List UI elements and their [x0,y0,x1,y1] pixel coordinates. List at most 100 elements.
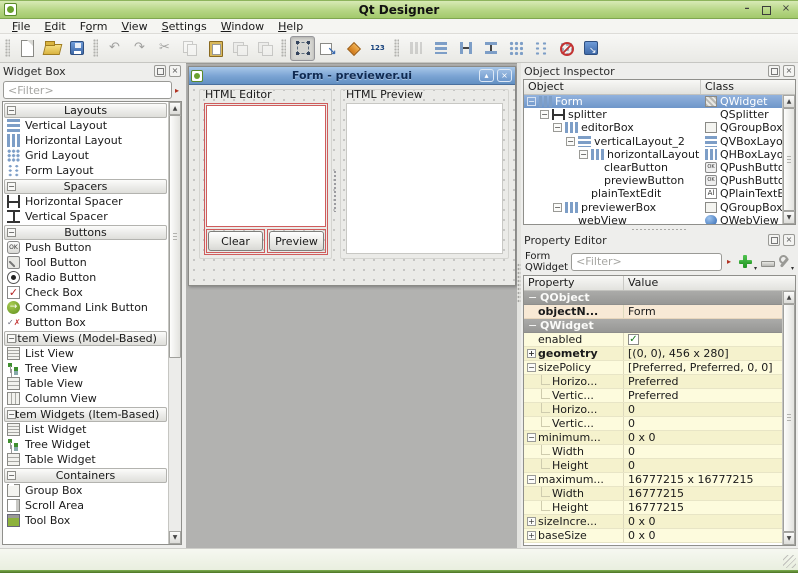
widget-item-list-widget[interactable]: List Widget [3,422,168,437]
scroll-down-icon[interactable]: ▼ [783,211,795,224]
window-titlebar[interactable]: Qt Designer – × [0,0,798,19]
widget-item-scroll-area[interactable]: Scroll Area [3,498,168,513]
layout-in-grid-button[interactable] [503,36,528,61]
widget-item-group-box[interactable]: Group Box [3,483,168,498]
category-header-item-widgets-item-based[interactable]: −Item Widgets (Item-Based) [4,407,167,422]
inspector-row-horizontallayout[interactable]: −horizontalLayoutQHBoxLayout [524,148,782,161]
column-header-value[interactable]: Value [624,276,658,290]
column-header-object[interactable]: Object [524,80,701,94]
widget-item-horizontal-layout[interactable]: Horizontal Layout [3,133,168,148]
collapse-icon[interactable]: − [527,363,536,372]
checkbox-icon[interactable]: ✓ [628,334,639,345]
plain-text-edit[interactable] [206,105,326,227]
layout-horizontally-button[interactable] [403,36,428,61]
layout-vertically-button[interactable] [428,36,453,61]
menu-item-settings[interactable]: Settings [155,19,214,34]
clear-button[interactable]: Clear [208,231,263,251]
category-header-buttons[interactable]: −Buttons [4,225,167,240]
category-header-containers[interactable]: −Containers [4,468,167,483]
property-row-geometry[interactable]: +geometry[(0, 0), 456 x 280] [524,347,782,361]
close-dock-icon[interactable]: × [783,234,795,246]
edit-widgets-button[interactable] [290,36,315,61]
collapse-icon[interactable]: − [528,291,537,304]
widget-item-push-button[interactable]: OKPush Button [3,240,168,255]
property-row-minimum[interactable]: −minimum...0 x 0 [524,431,782,445]
property-row-vertic[interactable]: Vertic...0 [524,417,782,431]
collapse-icon[interactable]: − [579,150,588,159]
property-value-cell[interactable]: [(0, 0), 456 x 280] [624,347,782,360]
layout-horizontally-in-splitter-button[interactable] [453,36,478,61]
collapse-icon[interactable]: − [527,97,536,106]
collapse-icon[interactable]: − [7,228,16,237]
paste-button[interactable] [202,36,227,61]
property-value-cell[interactable]: 16777215 x 16777215 [624,473,782,486]
expand-icon[interactable]: + [527,531,536,540]
menu-item-edit[interactable]: Edit [37,19,72,34]
preview-group-box[interactable]: HTML Preview [340,89,509,259]
edit-tab-order-button[interactable]: 123 [365,36,390,61]
menu-item-form[interactable]: Form [73,19,115,34]
web-view[interactable] [346,103,503,254]
lower-button[interactable] [227,36,252,61]
float-dock-icon[interactable] [154,65,166,77]
property-row-height[interactable]: Height0 [524,459,782,473]
preview-button[interactable]: Preview [269,231,324,251]
property-group-qwidget[interactable]: −QWidget [524,319,782,333]
property-filter-input[interactable] [571,253,722,271]
widget-item-horizontal-spacer[interactable]: Horizontal Spacer [3,194,168,209]
property-row-horizo[interactable]: Horizo...Preferred [524,375,782,389]
property-value-cell[interactable]: 0 [624,459,782,472]
collapse-icon[interactable]: − [527,433,536,442]
inspector-row-plaintextedit[interactable]: plainTextEditAlQPlainTextEdit [524,187,782,200]
widget-item-tree-widget[interactable]: Tree Widget [3,437,168,452]
scroll-up-icon[interactable]: ▲ [783,291,795,304]
widget-item-table-widget[interactable]: Table Widget [3,452,168,467]
minimize-icon[interactable]: – [741,3,753,15]
widget-item-check-box[interactable]: ✓Check Box [3,285,168,300]
property-value-cell[interactable]: 0 [624,417,782,430]
cut-button[interactable]: ✂ [152,36,177,61]
toolbar-drag-handle[interactable] [394,39,399,57]
category-header-spacers[interactable]: −Spacers [4,179,167,194]
property-row-sizeincre[interactable]: +sizeIncre...0 x 0 [524,515,782,529]
collapse-icon[interactable]: − [553,203,562,212]
collapse-icon[interactable]: − [527,475,536,484]
scroll-down-icon[interactable]: ▼ [783,532,795,545]
widget-box-scrollbar[interactable]: ▲ ▼ [168,102,181,544]
break-layout-button[interactable] [553,36,578,61]
expand-icon[interactable]: + [527,517,536,526]
toolbar-drag-handle[interactable] [5,39,10,57]
form-splitter-handle[interactable] [333,170,337,212]
redo-button[interactable]: ↷ [127,36,152,61]
widget-item-list-view[interactable]: List View [3,346,168,361]
scroll-up-icon[interactable]: ▲ [783,95,795,108]
resize-grip[interactable] [783,555,796,568]
inspector-row-previewerbox[interactable]: −previewerBoxQGroupBox [524,201,782,214]
collapse-icon[interactable]: − [7,182,16,191]
inspector-row-previewbutton[interactable]: previewButtonOKQPushButton [524,174,782,187]
property-group-qobject[interactable]: −QObject [524,291,782,305]
column-header-property[interactable]: Property [524,276,624,290]
raise-button[interactable] [252,36,277,61]
property-row-horizo[interactable]: Horizo...0 [524,403,782,417]
configure-property-editor-icon[interactable] [777,254,791,270]
widget-item-form-layout[interactable]: Form Layout [3,163,168,178]
inspector-row-form[interactable]: −FormQWidget [524,95,782,108]
edit-signals-slots-button[interactable]: ↘ [315,36,340,61]
scrollbar-thumb[interactable] [169,115,181,358]
menu-item-view[interactable]: View [114,19,154,34]
property-value-cell[interactable]: ✓ [624,333,782,346]
filter-config-icon[interactable]: ▸ [725,257,733,266]
close-dock-icon[interactable]: × [169,65,181,77]
editor-group-box[interactable]: HTML Editor Clear Preview [199,89,332,259]
property-value-cell[interactable]: 0 x 0 [624,431,782,444]
property-value-cell[interactable]: 0 x 0 [624,515,782,528]
float-dock-icon[interactable] [768,234,780,246]
layout-in-form-button[interactable] [528,36,553,61]
expand-icon[interactable]: + [527,349,536,358]
save-form-button[interactable] [64,36,89,61]
layout-vertically-in-splitter-button[interactable] [478,36,503,61]
remove-dynamic-property-icon[interactable] [760,254,774,270]
add-dynamic-property-icon[interactable] [738,254,754,270]
property-value-cell[interactable]: Form [624,305,782,318]
